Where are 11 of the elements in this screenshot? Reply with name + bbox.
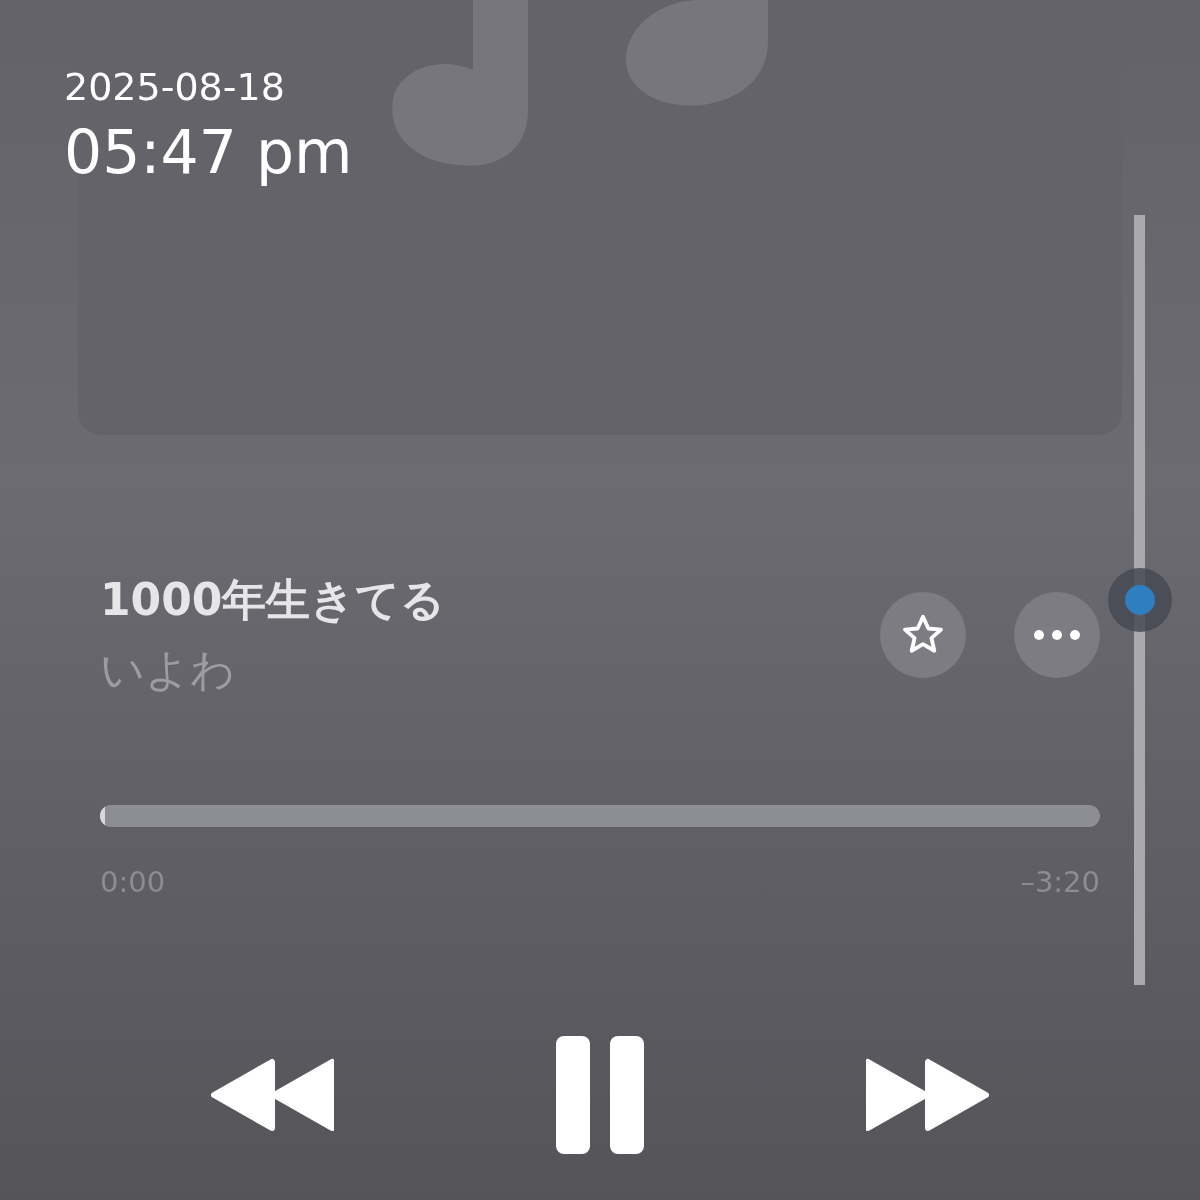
rewind-button[interactable] — [210, 1058, 334, 1132]
track-title: 1000年生きてる — [100, 573, 446, 627]
forward-button[interactable] — [866, 1058, 990, 1132]
fast-forward-icon — [866, 1058, 990, 1132]
artist-name: いよわ — [100, 643, 236, 697]
date-text: 2025-08-18 — [64, 64, 285, 111]
pause-icon — [554, 1034, 646, 1156]
time-text: 05:47 pm — [64, 116, 353, 189]
rewind-icon — [210, 1058, 334, 1132]
more-icon — [1033, 629, 1081, 641]
pause-button[interactable] — [554, 1034, 646, 1156]
